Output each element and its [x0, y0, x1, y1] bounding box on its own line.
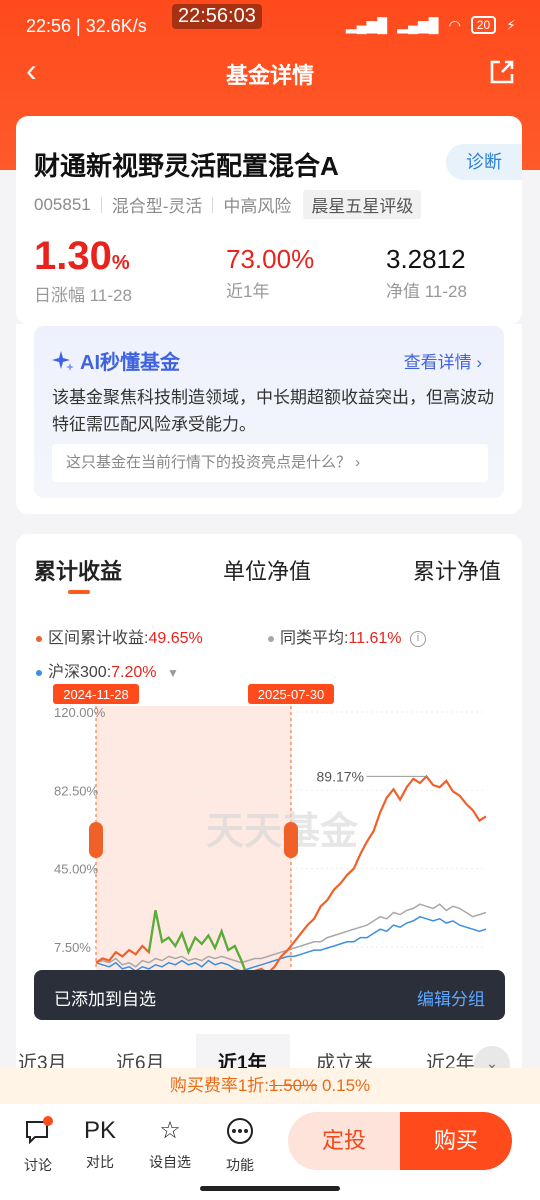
- rating-badge[interactable]: 晨星五星评级: [303, 190, 422, 219]
- functions-button[interactable]: 功能: [210, 1116, 270, 1175]
- signal-icon: ▂▄▆█: [345, 16, 388, 33]
- compare-button[interactable]: PK 对比: [70, 1116, 130, 1172]
- legend-dot-fund: [36, 635, 42, 642]
- fee-current: 0.15%: [321, 1076, 371, 1095]
- share-icon[interactable]: [488, 58, 516, 86]
- legend-index[interactable]: 沪深300:7.20% ▼: [36, 658, 179, 682]
- daily-change-label: 日涨幅 11-28: [34, 286, 132, 305]
- fund-name: 财通新视野灵活配置混合A: [34, 151, 339, 181]
- legend-peer-value: 11.61%: [348, 630, 402, 647]
- watermark: 天天基金: [206, 808, 359, 853]
- nav-value-number: 3.2812: [386, 244, 466, 274]
- fund-code: 005851: [34, 194, 91, 214]
- chevron-down-icon[interactable]: ⌄: [474, 1046, 510, 1068]
- wifi-icon: ◠: [448, 16, 461, 33]
- charging-icon: ⚡: [506, 16, 516, 33]
- max-annotation-label: 89.17%: [317, 768, 364, 784]
- ai-title-text: AI秒懂基金: [80, 352, 180, 374]
- period-since-inception[interactable]: 成立来: [316, 1048, 373, 1068]
- toast: 已添加到自选 编辑分组: [34, 970, 505, 1020]
- y-tick-label: 82.50%: [54, 783, 99, 798]
- status-icons: ▂▄▆█ ▂▄▆█ ◠ 20 ⚡: [346, 16, 516, 34]
- discuss-button[interactable]: 讨论: [8, 1116, 68, 1175]
- legend-index-label: 沪深300:: [48, 664, 112, 681]
- y-tick-label: 120.00%: [54, 705, 106, 720]
- signal-icon-2: ▂▄▆█: [397, 16, 439, 33]
- nav-bar: ‹ 基金详情: [0, 52, 540, 92]
- tab-active-indicator: [68, 590, 90, 594]
- range-date-label: 2025-07-30: [258, 687, 325, 702]
- fee-original: 1.50%: [269, 1076, 318, 1095]
- watchlist-label: 设自选: [149, 1154, 191, 1170]
- legend-peer-label: 同类平均:: [280, 630, 349, 647]
- y-tick-label: 45.00%: [54, 862, 99, 877]
- period-3m[interactable]: 近3月: [18, 1048, 67, 1068]
- y-tick-label: 7.50%: [54, 940, 91, 955]
- add-watchlist-button[interactable]: ☆ 设自选: [140, 1116, 200, 1172]
- chart-tabs: 累计收益 单位净值 累计净值: [16, 554, 522, 598]
- functions-label: 功能: [226, 1157, 254, 1173]
- period-1y[interactable]: 近1年: [218, 1048, 267, 1068]
- period-tabs: 近3月 近6月 近1年 成立来 近2年 ⌄: [0, 1034, 540, 1068]
- ai-card[interactable]: AI秒懂基金 查看详情 › 该基金聚焦科技制造领域，中长期超额收益突出，但高波动…: [34, 326, 504, 498]
- ai-title: AI秒懂基金: [52, 346, 180, 375]
- fund-type: 混合型-灵活: [111, 197, 203, 216]
- star-icon: ☆: [159, 1117, 181, 1144]
- daily-change: 1.30% 日涨幅 11-28: [34, 234, 132, 306]
- page-title: 基金详情: [225, 63, 314, 88]
- legend-cumulative-value: 49.65%: [148, 630, 203, 647]
- year-return-value: 73.00%: [226, 244, 315, 274]
- ai-question-prompt[interactable]: 这只基金在当前行情下的投资亮点是什么？ ›: [52, 444, 488, 482]
- dropdown-icon: ▼: [166, 666, 179, 680]
- fee-prefix: 购买费率1折:: [169, 1076, 270, 1095]
- daily-change-unit: %: [111, 252, 130, 274]
- range-date-label: 2024-11-28: [63, 687, 129, 702]
- fund-tags: 005851 混合型-灵活 中高风险 晨星五星评级: [34, 190, 422, 219]
- fund-info-card: 财通新视野灵活配置混合A 诊断 005851 混合型-灵活 中高风险 晨星五星评…: [16, 116, 522, 324]
- period-6m[interactable]: 近6月: [116, 1048, 165, 1068]
- compare-label: 对比: [86, 1154, 114, 1170]
- tab-cumulative-return[interactable]: 累计收益: [34, 554, 122, 586]
- legend-peer: 同类平均:11.61% i: [268, 624, 426, 648]
- toast-message: 已添加到自选: [54, 990, 156, 1009]
- diagnose-button[interactable]: 诊断: [446, 144, 522, 180]
- edit-group-link[interactable]: 编辑分组: [417, 985, 485, 1010]
- battery-icon: 20: [470, 16, 497, 34]
- nav-value: 3.2812 净值 11-28: [386, 234, 467, 302]
- year-return-label: 近1年: [226, 282, 270, 301]
- chat-icon: [26, 1116, 53, 1145]
- auto-invest-button[interactable]: 定投: [288, 1112, 400, 1170]
- pk-icon: PK: [83, 1117, 116, 1144]
- tab-cumulative-nav[interactable]: 累计净值: [413, 554, 501, 586]
- ai-summary: 该基金聚焦科技制造领域，中长期超额收益突出，但高波动特征需匹配风险承受能力。: [52, 388, 494, 434]
- sparkle-icon: [52, 350, 74, 371]
- buy-button[interactable]: 购买: [400, 1112, 512, 1170]
- range-drag-handle: [284, 822, 298, 858]
- status-clock-overlay: 22:56:03: [172, 4, 262, 29]
- fee-banner: 购买费率1折:1.50% 0.15%: [0, 1068, 540, 1104]
- divider: [212, 196, 214, 213]
- period-2y[interactable]: 近2年: [426, 1048, 475, 1068]
- home-indicator: [200, 1186, 340, 1191]
- nav-value-label: 净值 11-28: [386, 282, 467, 301]
- tab-unit-nav[interactable]: 单位净值: [223, 554, 311, 586]
- status-bar: 22:56 | 32.6K/s 22:56:03 ▂▄▆█ ▂▄▆█ ◠ 20 …: [0, 0, 540, 56]
- ai-section: AI秒懂基金 查看详情 › 该基金聚焦科技制造领域，中长期超额收益突出，但高波动…: [16, 324, 522, 514]
- status-time-speed: 22:56 | 32.6K/s: [26, 16, 147, 36]
- info-icon[interactable]: i: [409, 630, 426, 647]
- legend-dot-peer: [268, 635, 274, 642]
- year-return: 73.00% 近1年: [226, 234, 314, 302]
- daily-change-value: 1.30: [34, 234, 112, 278]
- more-icon: [227, 1118, 253, 1144]
- fund-risk: 中高风险: [223, 197, 292, 216]
- legend-index-value: 7.20%: [111, 664, 157, 681]
- ai-view-details-link[interactable]: 查看详情 ›: [404, 348, 482, 373]
- divider: [100, 196, 102, 213]
- legend-cumulative: 区间累计收益:49.65%: [36, 624, 203, 648]
- discuss-label: 讨论: [24, 1157, 52, 1173]
- range-drag-handle: [89, 822, 103, 858]
- return-chart[interactable]: 120.00%82.50%45.00%7.50%天天基金89.17%-7.35%…: [16, 684, 522, 1014]
- legend-dot-index: [36, 669, 42, 676]
- legend-cumulative-label: 区间累计收益:: [48, 630, 149, 647]
